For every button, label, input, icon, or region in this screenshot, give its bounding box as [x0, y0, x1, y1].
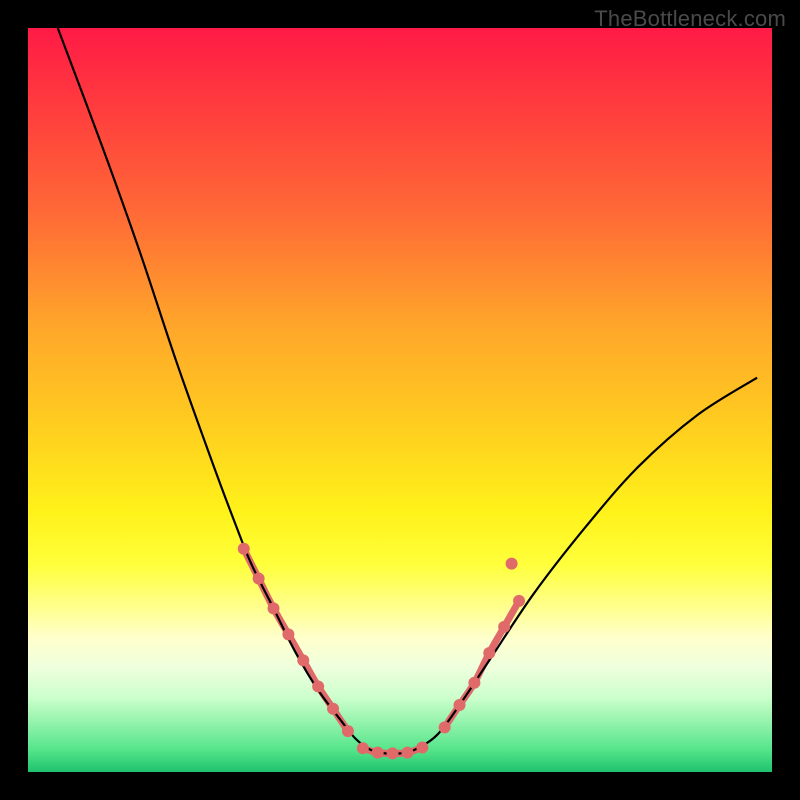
- bottleneck-curve: [58, 28, 757, 754]
- data-marker: [513, 595, 525, 607]
- data-marker: [297, 654, 309, 666]
- data-marker: [282, 628, 294, 640]
- highlight-layer: [244, 549, 519, 754]
- data-marker: [253, 573, 265, 585]
- chart-svg: [28, 28, 772, 772]
- data-marker: [498, 621, 510, 633]
- data-marker: [401, 747, 413, 759]
- data-marker: [454, 699, 466, 711]
- data-marker: [357, 742, 369, 754]
- data-marker: [342, 725, 354, 737]
- data-marker: [439, 721, 451, 733]
- data-marker: [387, 747, 399, 759]
- data-marker: [468, 677, 480, 689]
- data-marker: [268, 602, 280, 614]
- marker-layer: [238, 543, 525, 760]
- data-marker: [372, 747, 384, 759]
- data-marker: [483, 647, 495, 659]
- chart-plot-area: [28, 28, 772, 772]
- chart-frame: TheBottleneck.com: [0, 0, 800, 800]
- data-marker: [312, 680, 324, 692]
- data-marker: [416, 741, 428, 753]
- data-marker: [506, 558, 518, 570]
- data-marker: [238, 543, 250, 555]
- data-marker: [327, 703, 339, 715]
